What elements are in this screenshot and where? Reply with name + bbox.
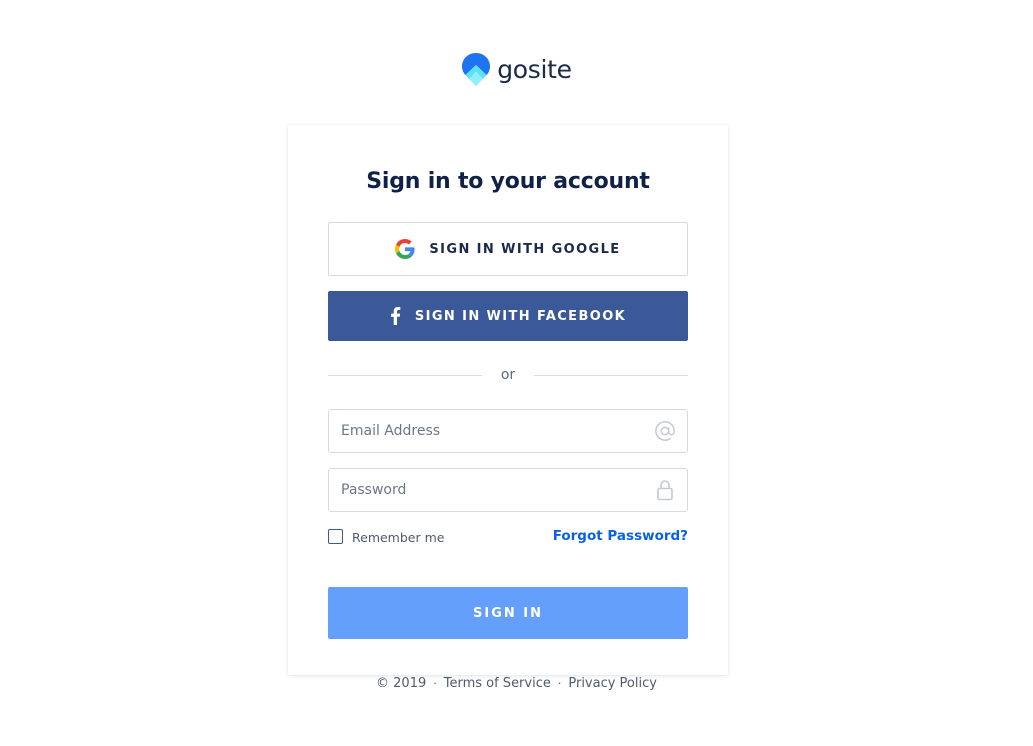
brand-logo: gosite	[0, 52, 1033, 88]
lock-icon	[653, 478, 677, 502]
facebook-signin-button[interactable]: SIGN IN WITH FACEBOOK	[328, 291, 688, 341]
password-input[interactable]	[329, 469, 653, 511]
remember-me-checkbox[interactable]	[328, 529, 343, 544]
terms-of-service-link[interactable]: Terms of Service	[444, 676, 551, 691]
at-sign-icon	[653, 419, 677, 443]
divider-line-right	[534, 374, 688, 376]
signin-card: Sign in to your account SIGN IN WITH GOO…	[288, 125, 728, 675]
divider-text: or	[500, 367, 516, 383]
divider-line-left	[328, 374, 482, 376]
facebook-signin-label: SIGN IN WITH FACEBOOK	[414, 308, 627, 324]
remember-me[interactable]: Remember me	[328, 528, 444, 545]
facebook-icon	[390, 307, 401, 325]
email-field	[328, 409, 688, 453]
copyright-text: © 2019	[376, 676, 427, 691]
or-divider: or	[328, 365, 688, 385]
gosite-logo-icon	[462, 53, 491, 86]
remember-me-label: Remember me	[352, 530, 445, 545]
footer: © 2019 · Terms of Service · Privacy Poli…	[0, 676, 1033, 691]
google-signin-button[interactable]: SIGN IN WITH GOOGLE	[328, 222, 688, 276]
forgot-password-link[interactable]: Forgot Password?	[553, 528, 688, 544]
privacy-policy-link[interactable]: Privacy Policy	[568, 676, 657, 691]
google-signin-label: SIGN IN WITH GOOGLE	[429, 241, 621, 257]
footer-separator: ·	[433, 677, 437, 690]
brand-name: gosite	[497, 55, 572, 84]
footer-separator: ·	[557, 677, 562, 690]
password-field	[328, 468, 688, 512]
sign-in-button[interactable]: SIGN IN	[328, 587, 688, 639]
page-title: Sign in to your account	[366, 169, 650, 194]
google-icon	[395, 239, 415, 259]
email-input[interactable]	[329, 410, 653, 452]
